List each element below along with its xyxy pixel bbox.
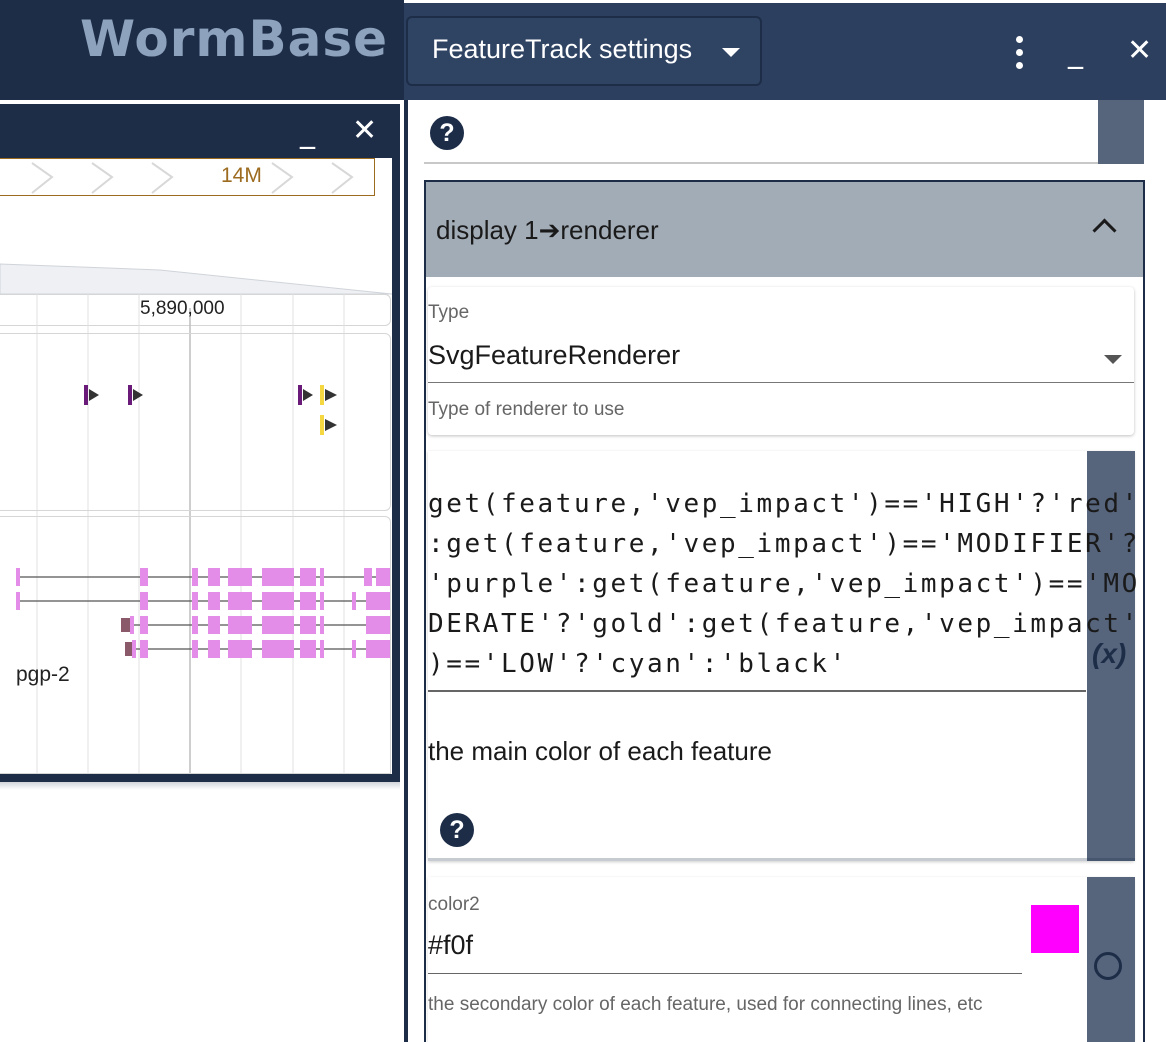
code-line: DERATE'?'gold':get(feature,'vep_impact' [428, 609, 1140, 639]
view-minimize-icon[interactable]: _ [300, 118, 315, 148]
renderer-section-title: display 1➔renderer [436, 215, 659, 245]
view-bottom-shadow [0, 782, 400, 790]
color2-swatch[interactable] [1031, 905, 1079, 953]
color2-mode-radio[interactable] [1094, 952, 1122, 980]
color-callback-input[interactable]: get(feature,'vep_impact')=='HIGH'?'red':… [428, 484, 1140, 684]
gene-transcripts [16, 568, 390, 658]
code-line: )=='LOW'?'cyan':'black' [428, 649, 848, 679]
kebab-menu-icon[interactable] [1012, 36, 1026, 72]
type-select-underline [428, 382, 1134, 383]
zoom-region-polygon [0, 263, 392, 295]
previous-config-card [424, 100, 1098, 164]
type-field-label: Type [428, 302, 470, 323]
drawer-close-icon[interactable]: ✕ [1127, 36, 1152, 66]
view-close-icon[interactable]: ✕ [352, 116, 377, 146]
color2-input-underline [428, 973, 1022, 974]
color-field-description: the main color of each feature [428, 736, 772, 766]
previous-config-strip [1098, 100, 1144, 164]
chevron-down-icon[interactable] [722, 48, 740, 57]
color2-input[interactable]: #f0f [428, 930, 473, 961]
drawer-minimize-icon[interactable]: _ [1068, 38, 1083, 68]
code-line: :get(feature,'vep_impact')=='MODIFIER'? [428, 529, 1140, 559]
code-line: get(feature,'vep_impact')=='HIGH'?'red' [428, 489, 1140, 519]
color2-field-helptext: the secondary color of each feature, use… [428, 994, 983, 1015]
overview-scale-bar[interactable] [0, 158, 375, 196]
variant-markers [84, 385, 337, 435]
type-field-helptext: Type of renderer to use [428, 399, 625, 420]
help-icon[interactable]: ? [440, 813, 474, 847]
overview-label: 14M [221, 164, 262, 187]
wormbase-logo: WormBase [80, 10, 388, 68]
ruler-position-label: 5,890,000 [140, 298, 225, 319]
type-dropdown-icon[interactable] [1104, 355, 1122, 364]
drawer-title: FeatureTrack settings [432, 34, 693, 64]
gene-name-label: pgp-2 [16, 663, 70, 686]
type-select[interactable]: SvgFeatureRenderer [428, 340, 680, 371]
code-line: 'purple':get(feature,'vep_impact')=='MO [428, 569, 1140, 599]
color2-field-label: color2 [428, 894, 480, 915]
callback-mode-toggle[interactable]: (x) [1092, 638, 1126, 670]
help-icon[interactable]: ? [430, 116, 464, 150]
color-card-divider [428, 858, 1135, 861]
color-callback-underline [428, 690, 1086, 692]
overview-chevrons [31, 162, 354, 194]
